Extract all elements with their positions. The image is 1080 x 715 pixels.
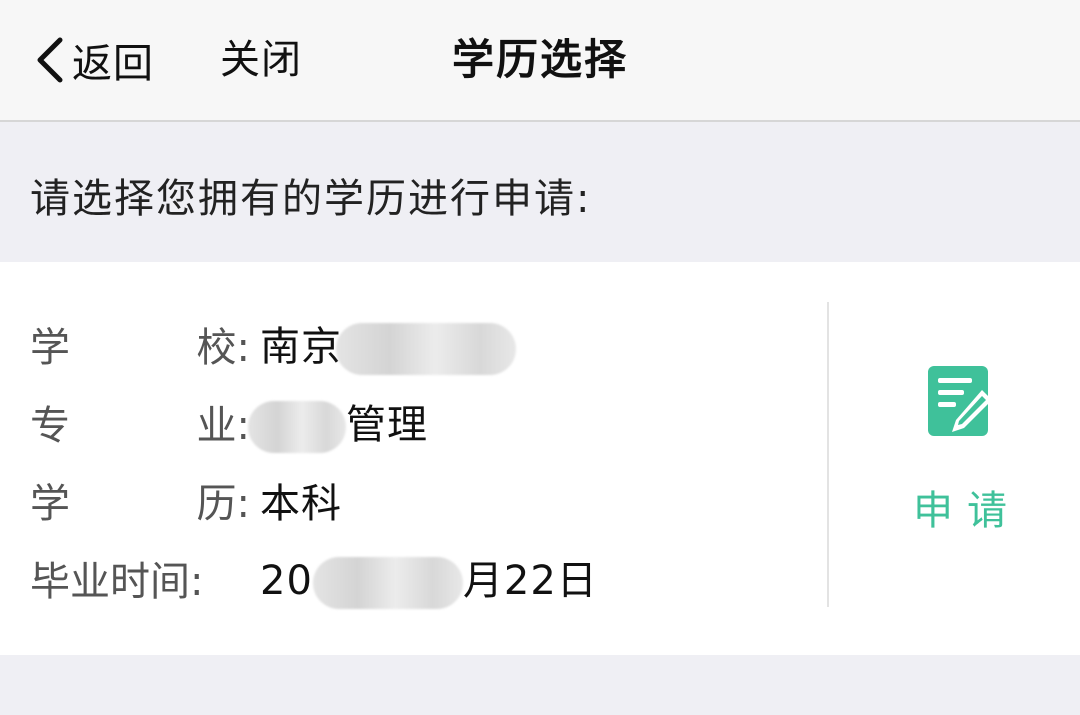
graduation-label: 毕业时间: bbox=[30, 559, 204, 605]
page-title: 学历选择 bbox=[451, 35, 628, 84]
vertical-divider bbox=[827, 302, 829, 607]
bottom-spacer bbox=[0, 655, 1080, 715]
redaction-blur bbox=[312, 556, 463, 609]
apply-label: 申请 bbox=[913, 488, 1021, 534]
degree-label: 学 历: bbox=[30, 481, 250, 527]
graduation-row: 毕业时间: 20 月22日 bbox=[30, 548, 598, 609]
school-value: 南京 bbox=[260, 314, 516, 375]
redaction-blur bbox=[336, 322, 516, 375]
instruction-section: 请选择您拥有的学历进行申请: bbox=[0, 122, 1080, 262]
major-value: 管理 bbox=[248, 392, 428, 453]
degree-value: 本科 bbox=[260, 481, 342, 527]
education-record-card: 学 校: 南京 专 业: 管理 学 历: 本科 毕业时间: 20 月22日 申请 bbox=[0, 262, 1080, 655]
back-label: 返回 bbox=[72, 41, 154, 87]
chevron-left-icon bbox=[37, 37, 63, 83]
navigation-bar: 返回 关闭 学历选择 bbox=[0, 0, 1080, 122]
major-label: 专 业: bbox=[30, 403, 250, 449]
instruction-text: 请选择您拥有的学历进行申请: bbox=[30, 176, 592, 222]
school-row: 学 校: 南京 bbox=[30, 314, 516, 375]
major-row: 专 业: 管理 bbox=[30, 392, 428, 453]
graduation-value: 20 月22日 bbox=[260, 548, 598, 609]
degree-row: 学 历: 本科 bbox=[30, 470, 342, 530]
close-button[interactable]: 关闭 bbox=[220, 30, 302, 90]
apply-button[interactable]: 申请 bbox=[880, 362, 1040, 562]
edit-document-icon bbox=[928, 366, 992, 436]
school-label: 学 校: bbox=[30, 325, 250, 371]
back-button[interactable]: 返回 bbox=[34, 30, 154, 90]
redaction-blur bbox=[248, 400, 346, 453]
